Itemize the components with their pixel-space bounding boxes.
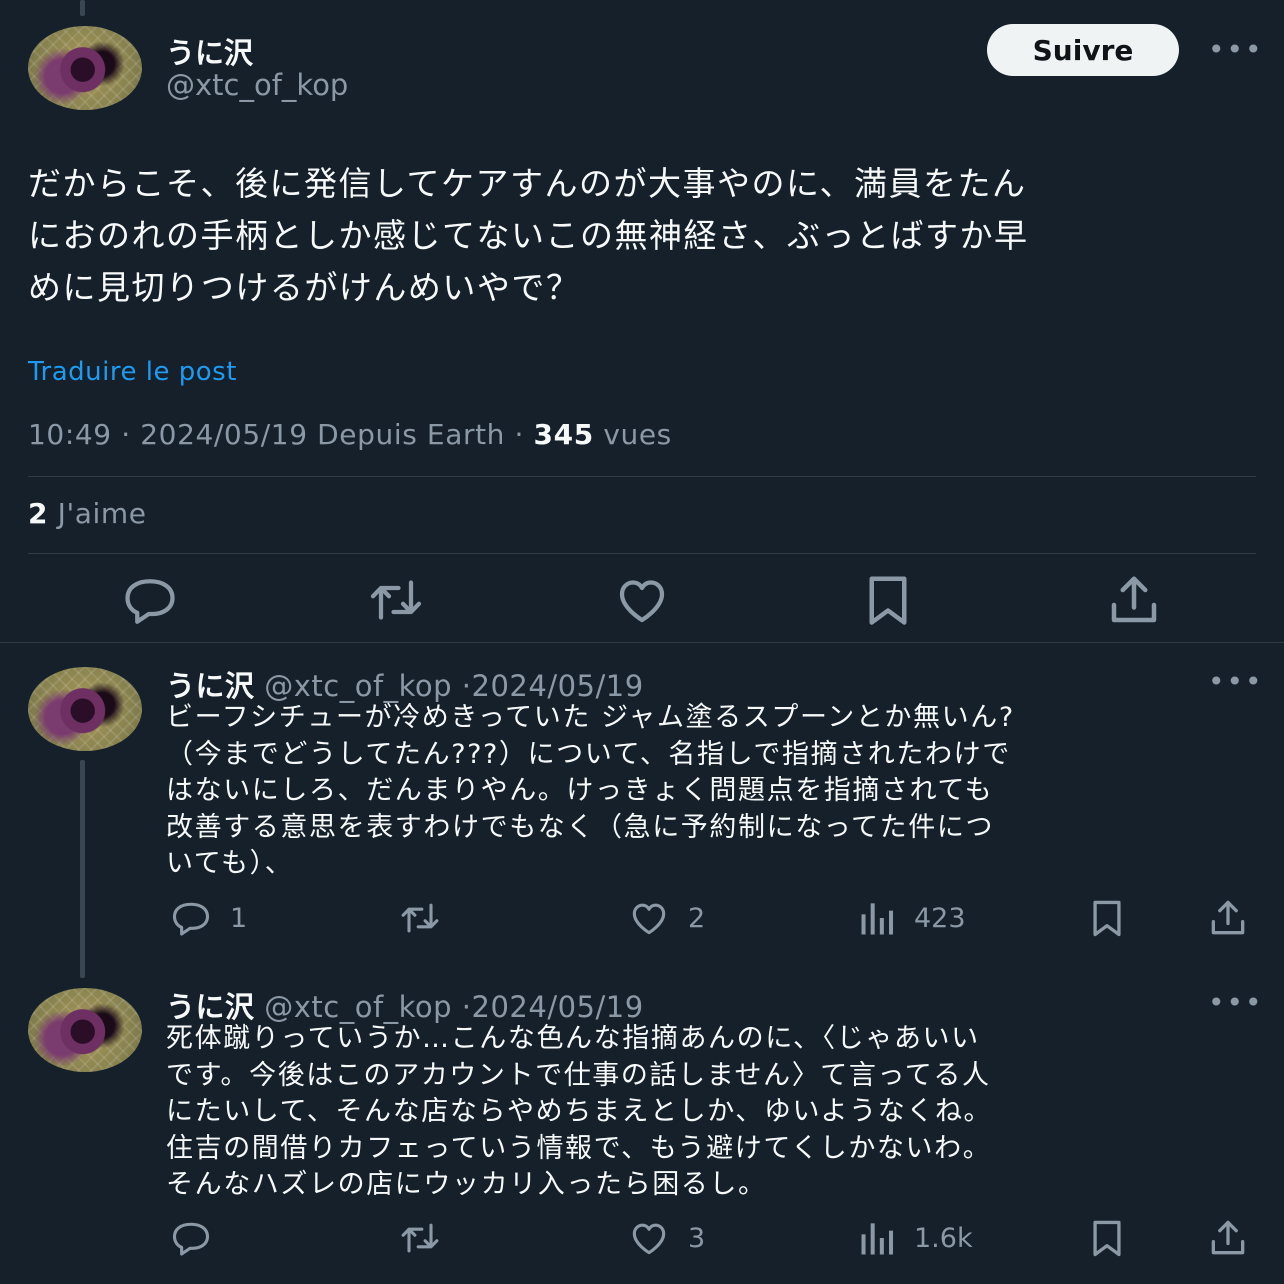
views-button[interactable]: 423 (856, 896, 966, 940)
bookmark-icon (869, 576, 907, 625)
reply-action-bar: 3 1.6k (0, 1216, 1284, 1260)
post-text: だからこそ、後に発信してケアすんのが大事やのに、満員をたん におのれの手柄としか… (28, 164, 1029, 307)
like-button[interactable]: 3 (624, 1216, 705, 1260)
repost-icon (401, 903, 439, 933)
reply-icon (172, 902, 210, 936)
post-source: Depuis Earth (317, 418, 506, 451)
reply-button[interactable]: 1 (166, 896, 247, 940)
like-icon (632, 1223, 666, 1255)
display-name[interactable]: うに沢 (166, 669, 255, 703)
view-count: 1.6k (914, 1222, 973, 1254)
repost-icon (401, 1223, 439, 1253)
analytics-icon (861, 903, 894, 935)
views-label: vues (603, 418, 672, 451)
likes-count: 2 (28, 497, 49, 530)
thread-line-top (80, 0, 85, 16)
likes-summary[interactable]: 2 J'aime (28, 497, 147, 530)
repost-button[interactable] (392, 1216, 462, 1260)
views-button[interactable]: 1.6k (856, 1216, 973, 1260)
reply-header: うに沢 @xtc_of_kop ·2024/05/19 (166, 990, 644, 1024)
repost-icon (370, 580, 422, 620)
reply-date[interactable]: 2024/05/19 (472, 669, 644, 703)
post-date[interactable]: 2024/05/19 (140, 418, 307, 451)
like-count: 3 (688, 1222, 706, 1254)
post-meta: 10:49 · 2024/05/19 Depuis Earth · 345 vu… (28, 418, 672, 451)
likes-label: J'aime (57, 497, 147, 530)
reply-button[interactable] (166, 1216, 230, 1260)
reply-count: 1 (230, 902, 248, 934)
share-icon (1211, 900, 1245, 935)
reply-text: ビーフシチューが冷めきっていた ジャム塗るスプーンとか無いん? （今までどうして… (166, 702, 1015, 879)
like-icon (619, 580, 665, 623)
display-name[interactable]: うに沢 (166, 990, 255, 1024)
thread-line (80, 760, 85, 978)
translate-link[interactable]: Traduire le post (28, 357, 237, 387)
reply-date[interactable]: 2024/05/19 (472, 990, 644, 1024)
like-count: 2 (688, 902, 706, 934)
more-options-icon[interactable]: ••• (1208, 668, 1264, 696)
reply-icon (125, 579, 175, 624)
user-handle[interactable]: @xtc_of_kop (264, 990, 452, 1024)
like-icon (632, 903, 666, 935)
avatar[interactable] (28, 988, 142, 1072)
avatar[interactable] (28, 667, 142, 751)
display-name[interactable]: うに沢 (166, 30, 253, 72)
view-count: 423 (914, 902, 966, 934)
analytics-icon (861, 1223, 894, 1255)
more-options-icon[interactable]: ••• (1208, 36, 1264, 64)
share-button[interactable] (1104, 570, 1164, 630)
repost-button[interactable] (366, 570, 426, 630)
repost-button[interactable] (392, 896, 462, 940)
post-time[interactable]: 10:49 (28, 418, 112, 451)
bookmark-button[interactable] (1084, 1216, 1130, 1260)
more-options-icon[interactable]: ••• (1208, 989, 1264, 1017)
share-button[interactable] (1204, 1216, 1252, 1260)
reply-button[interactable] (120, 570, 180, 630)
share-icon (1211, 1220, 1245, 1255)
divider (28, 553, 1256, 554)
views-count: 345 (533, 418, 594, 451)
like-button[interactable]: 2 (624, 896, 705, 940)
reply-header: うに沢 @xtc_of_kop ·2024/05/19 (166, 669, 644, 703)
divider (0, 642, 1284, 643)
reply-icon (172, 1222, 210, 1256)
bookmark-icon (1093, 1220, 1121, 1257)
like-button[interactable] (612, 570, 672, 630)
divider (28, 476, 1256, 477)
user-handle[interactable]: @xtc_of_kop (264, 669, 452, 703)
post-action-bar (0, 570, 1284, 630)
share-icon (1111, 576, 1157, 623)
share-button[interactable] (1204, 896, 1252, 940)
bookmark-button[interactable] (858, 570, 918, 630)
reply-action-bar: 1 2 423 (0, 896, 1284, 940)
reply-text: 死体蹴りっていうか…こんな色んな指摘あんのに、〈じゃあいい です。今後はこのアカ… (166, 1023, 993, 1200)
bookmark-icon (1093, 900, 1121, 937)
user-handle[interactable]: @xtc_of_kop (166, 68, 348, 102)
bookmark-button[interactable] (1084, 896, 1130, 940)
follow-button[interactable]: Suivre (987, 24, 1179, 76)
avatar[interactable] (28, 26, 142, 110)
